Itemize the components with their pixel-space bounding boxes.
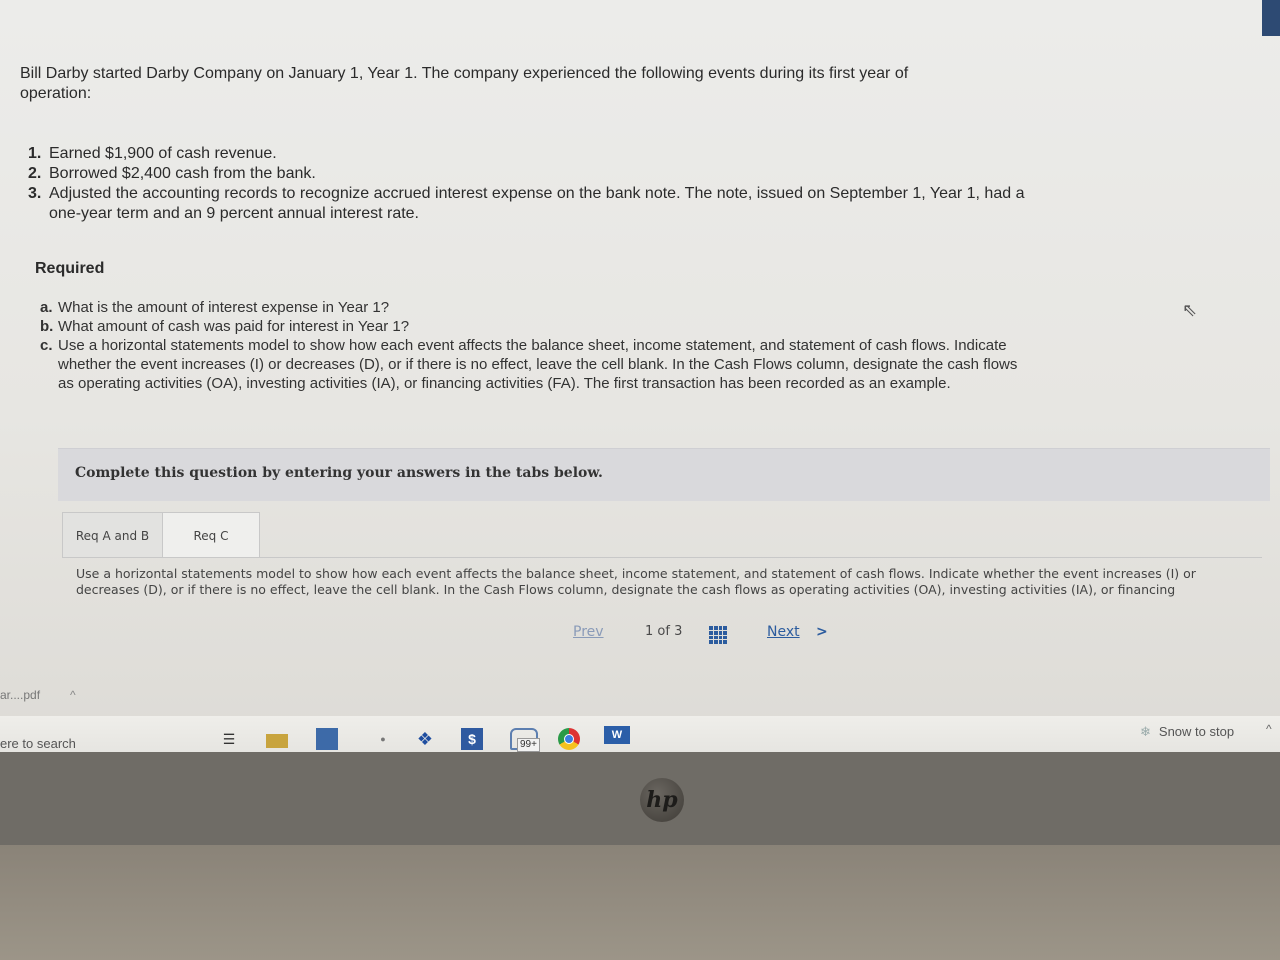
chrome-icon[interactable] [558,728,580,750]
store-icon[interactable] [316,728,338,750]
complete-question-text: Complete this question by entering your … [75,465,603,481]
intro-text: Bill Darby started Darby Company on Janu… [20,65,909,102]
prev-button[interactable]: Prev [573,624,604,640]
event-number: 1. [28,145,42,162]
taskbar: ere to search ☰ ● ❖ $ 99+ W ❄ Snow to sto… [0,716,1280,752]
next-button[interactable]: Next [767,624,800,640]
event-text: Adjusted the accounting records to recog… [49,185,1025,222]
event-text: Earned $1,900 of cash revenue. [49,145,277,162]
corner-tab[interactable] [1262,0,1280,36]
grid-icon[interactable] [709,626,727,644]
total-pages: 3 [674,624,683,639]
weather-widget[interactable]: ❄ Snow to stop [1140,724,1234,740]
tab-description: Use a horizontal statements model to sho… [76,566,1196,597]
event-item: 2. Borrowed $2,400 cash from the bank. [28,164,1028,184]
tray-caret-icon[interactable]: ^ [1266,722,1272,736]
question-item: a. What is the amount of interest expense… [40,298,1030,317]
tab-req-c[interactable]: Req C [162,512,260,558]
question-letter: b. [40,318,54,335]
events-list: 1. Earned $1,900 of cash revenue. 2. Borro… [28,144,1028,224]
current-page: 1 [645,624,654,639]
event-item: 1. Earned $1,900 of cash revenue. [28,144,1028,164]
dot-icon: ● [380,734,386,744]
file-explorer-icon[interactable] [266,734,288,748]
complete-question-bar: Complete this question by entering your … [58,448,1270,501]
page-of-label: of [657,624,670,639]
download-caret-icon[interactable]: ^ [70,688,76,702]
dollar-app-icon[interactable]: $ [461,728,483,750]
tab-req-a-and-b[interactable]: Req A and B [62,512,162,558]
event-text: Borrowed $2,400 cash from the bank. [49,165,316,182]
question-item: c. Use a horizontal statements model to s… [40,336,1030,393]
mouse-cursor-icon: ⇖ [1182,300,1198,320]
screen: Bill Darby started Darby Company on Janu… [0,0,1280,752]
hp-logo: hp [640,778,684,822]
task-view-icon[interactable]: ☰ [218,728,240,750]
dropbox-icon[interactable]: ❖ [414,728,436,750]
tab-divider [62,557,1262,558]
event-item: 3. Adjusted the accounting records to rec… [28,184,1028,224]
chevron-right-icon[interactable]: > [816,624,828,640]
snow-weather-icon: ❄ [1140,724,1151,739]
question-letter: c. [40,337,53,354]
download-filename[interactable]: ar....pdf [0,688,40,702]
page-indicator: 1 of 3 [645,624,682,639]
laptop-bezel [0,845,1280,960]
download-bar: ar....pdf ^ [0,688,76,702]
event-number: 2. [28,165,42,182]
question-item: b. What amount of cash was paid for inter… [40,317,1030,336]
question-text: What is the amount of interest expense i… [58,299,390,316]
question-letter: a. [40,299,53,316]
question-text: Use a horizontal statements model to sho… [58,337,1018,392]
event-number: 3. [28,185,42,202]
questions-list: a. What is the amount of interest expense… [40,298,1030,393]
weather-text: Snow to stop [1158,724,1235,739]
taskbar-search[interactable]: ere to search [0,736,76,751]
mail-badge: 99+ [517,738,540,752]
word-icon[interactable]: W [604,726,630,744]
required-heading: Required [35,260,105,277]
question-text: What amount of cash was paid for interes… [58,318,410,335]
